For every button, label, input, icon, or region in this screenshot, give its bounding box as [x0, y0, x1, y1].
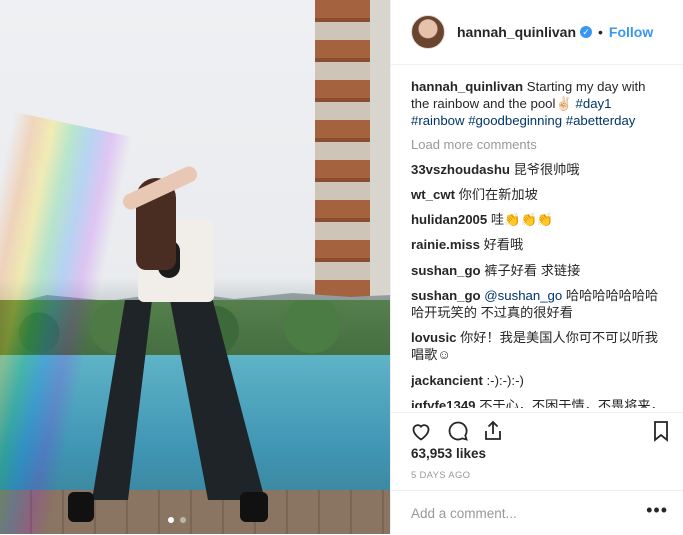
hashtag-abetterday[interactable]: #abetterday — [566, 113, 636, 128]
comment-username[interactable]: lovusic — [411, 330, 456, 345]
more-options-icon[interactable]: ••• — [646, 500, 668, 521]
post-header: hannah_quinlivan ✓ • Follow — [391, 0, 683, 65]
comment-username[interactable]: rainie.miss — [411, 237, 480, 252]
comment-text: 裤子好看 求链接 — [484, 262, 581, 278]
instagram-post: hannah_quinlivan ✓ • Follow hannah_quinl… — [0, 0, 683, 534]
carousel-indicator — [168, 517, 186, 523]
comment-icon[interactable] — [446, 419, 470, 443]
comment: sushan_go @sushan_go 哈哈哈哈哈哈哈哈开玩笑的 不过真的很好… — [411, 287, 666, 321]
comment: sushan_go 裤子好看 求链接 — [411, 262, 666, 279]
comment: jackancient :-):-):-) — [411, 372, 666, 389]
bookmark-icon[interactable] — [649, 419, 673, 443]
comment-text: 你们在新加坡 — [458, 187, 538, 203]
add-comment-bar: Add a comment... ••• — [391, 490, 683, 535]
comment-username[interactable]: hulidan2005 — [411, 212, 487, 227]
comment-text: 好看哦 — [483, 237, 524, 253]
comment-username[interactable]: igfyfe1349 — [411, 398, 476, 408]
comment-text: 哇👏👏👏 — [490, 212, 554, 228]
avatar[interactable] — [411, 15, 445, 49]
comment-username[interactable]: wt_cwt — [411, 187, 455, 202]
action-bar — [391, 412, 683, 449]
comment-text: 昆爷很帅哦 — [513, 161, 580, 177]
comment-username[interactable]: sushan_go — [411, 263, 481, 278]
photo-building-edge — [370, 0, 390, 300]
likes-count[interactable]: 63,953 likes — [411, 446, 486, 461]
post-caption: hannah_quinlivan Starting my day with th… — [411, 78, 666, 130]
post-photo[interactable] — [0, 0, 390, 534]
comment-mention[interactable]: @sushan_go — [484, 288, 562, 303]
post-timestamp[interactable]: 5 DAYS AGO — [411, 470, 470, 481]
photo-deck — [0, 490, 390, 534]
post-sidebar: hannah_quinlivan ✓ • Follow hannah_quinl… — [390, 0, 683, 534]
comment: rainie.miss 好看哦 — [411, 236, 666, 253]
comment-username[interactable]: 33vszhoudashu — [411, 162, 510, 177]
hashtag-day1[interactable]: #day1 — [576, 96, 612, 111]
load-more-comments-button[interactable]: Load more comments — [411, 136, 666, 153]
heart-icon[interactable] — [409, 419, 433, 443]
comment: wt_cwt 你们在新加坡 — [411, 186, 666, 203]
carousel-dot-1[interactable] — [168, 517, 174, 523]
comment: hulidan2005 哇👏👏👏 — [411, 211, 666, 228]
caption-username[interactable]: hannah_quinlivan — [411, 79, 523, 94]
follow-button[interactable]: Follow — [609, 24, 653, 40]
comment: 33vszhoudashu 昆爷很帅哦 — [411, 161, 666, 178]
comment-username[interactable]: sushan_go — [411, 288, 481, 303]
share-icon[interactable] — [481, 419, 505, 443]
carousel-dot-2[interactable] — [180, 517, 186, 523]
header-separator: • — [598, 24, 603, 40]
add-comment-input[interactable]: Add a comment... — [411, 506, 517, 521]
comment-username[interactable]: jackancient — [411, 373, 483, 388]
verified-badge-icon: ✓ — [580, 26, 593, 38]
comment-text: :-):-):-) — [486, 372, 524, 388]
hashtag-rainbow[interactable]: #rainbow — [411, 113, 465, 128]
comment: igfyfe1349 不于心，不困于情，不畏将来，不念过往，如此，安好。👠➕：s… — [411, 397, 666, 408]
hashtag-goodbeginning[interactable]: #goodbeginning — [468, 113, 562, 128]
comments-list: hannah_quinlivan Starting my day with th… — [411, 78, 666, 408]
comment: lovusic 你好！我是美国人你可不可以听我唱歌☺ — [411, 329, 666, 363]
header-username[interactable]: hannah_quinlivan — [457, 24, 576, 40]
